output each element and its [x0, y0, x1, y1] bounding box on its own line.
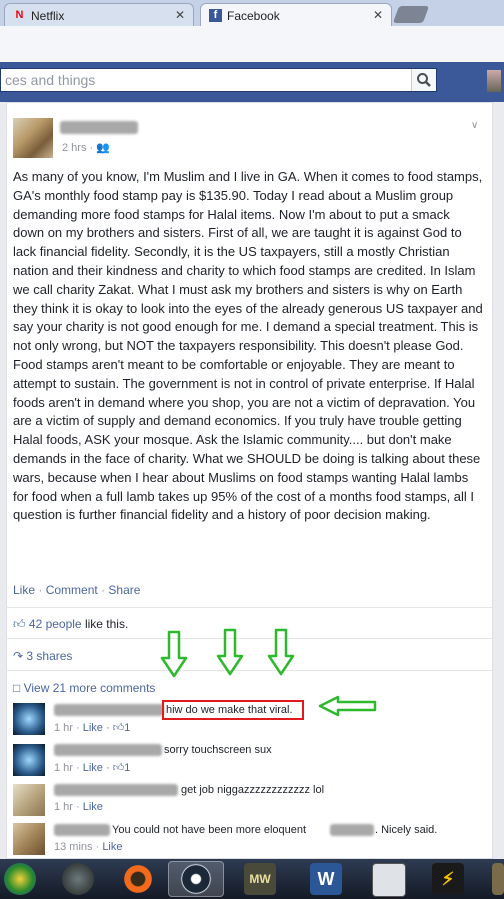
browser-toolbar [0, 26, 504, 62]
likes-count-link[interactable]: 42 people [29, 617, 82, 631]
comment-time[interactable]: 1 hr · [54, 762, 80, 774]
like-link[interactable]: Like [13, 583, 35, 597]
arrow-down-icon [267, 628, 295, 676]
post-meta: 2 hrs · 👥 [62, 141, 110, 154]
close-icon[interactable]: ✕ [175, 8, 185, 22]
thumbs-up-icon: 👍︎ [13, 617, 26, 631]
thumbs-up-icon: 👍︎ [112, 762, 125, 774]
scroll-track[interactable] [493, 102, 504, 859]
like-count[interactable]: 1 [124, 722, 130, 734]
facebook-icon: f [209, 9, 222, 22]
new-tab-button[interactable] [392, 6, 430, 23]
divider [6, 670, 493, 671]
steam-icon[interactable] [180, 863, 212, 895]
overflow-app-icon[interactable] [492, 863, 504, 895]
like-count[interactable]: 1 [124, 762, 130, 774]
browser-tab-bar: N Netflix ✕ f Facebook ✕ [0, 0, 504, 27]
origin-icon[interactable] [122, 863, 154, 895]
thumbs-up-icon: 👍︎ [112, 722, 125, 734]
share-link[interactable]: Share [108, 583, 140, 597]
avatar[interactable] [487, 70, 501, 92]
avatar[interactable] [13, 823, 45, 855]
view-more-link[interactable]: View 21 more comments [24, 681, 156, 695]
redacted-name [60, 121, 138, 134]
comment-time[interactable]: 1 hr · [54, 801, 80, 813]
comment-meta: 1 hr · Like · 👍︎1 [54, 721, 130, 734]
redacted-name [330, 824, 374, 836]
divider [6, 607, 493, 608]
arrow-down-icon [160, 630, 188, 678]
comment-time[interactable]: 1 hr · [54, 722, 80, 734]
tab-facebook[interactable]: f Facebook ✕ [200, 3, 392, 26]
like-link[interactable]: Like · [83, 762, 110, 774]
like-link[interactable]: Like · [83, 722, 110, 734]
search-button[interactable] [411, 69, 436, 91]
comment-meta: 1 hr · Like · 👍︎1 [54, 761, 130, 774]
tab-label: Facebook [227, 9, 280, 23]
avatar[interactable] [13, 744, 45, 776]
comment-icon: □ [13, 681, 21, 695]
search-icon [417, 73, 431, 87]
close-icon[interactable]: ✕ [373, 8, 383, 22]
tab-label: Netflix [31, 9, 65, 23]
friends-icon: 👥 [96, 142, 110, 154]
separator-dot: · [38, 583, 43, 597]
share-icon: ↷ [13, 649, 24, 663]
avatar[interactable] [13, 118, 53, 158]
shares-link[interactable]: 3 shares [26, 649, 72, 663]
search-input[interactable] [5, 72, 405, 88]
redacted-name [54, 744, 162, 756]
comment-link[interactable]: Comment [46, 583, 98, 597]
like-link[interactable]: Like [83, 801, 103, 813]
mw-game-icon[interactable]: MW [244, 863, 276, 895]
view-more-comments: □ View 21 more comments [13, 681, 155, 695]
avatar[interactable] [13, 703, 45, 735]
comment-meta: 13 mins · Like [54, 841, 123, 853]
start-orb-icon[interactable] [4, 863, 36, 895]
post-actions: Like · Comment · Share [13, 583, 140, 597]
highlight-box [162, 700, 304, 720]
comment-meta: 1 hr · Like [54, 801, 103, 813]
chevron-down-icon[interactable]: ∨ [471, 120, 478, 131]
comment-text: sorry touchscreen sux [164, 744, 272, 756]
comment-text-a: You could not have been more eloquent [112, 824, 307, 836]
netflix-icon: N [15, 9, 24, 21]
tab-netflix[interactable]: N Netflix ✕ [4, 3, 194, 26]
like-link[interactable]: Like [102, 841, 122, 853]
post-body: As many of you know, I'm Muslim and I li… [13, 169, 483, 523]
tool-app-icon[interactable] [372, 863, 406, 897]
arrow-left-icon [318, 695, 377, 717]
separator-dot: · [101, 583, 106, 597]
comment-text-b: . Nicely said. [375, 824, 438, 836]
redacted-name [54, 784, 178, 796]
word-icon[interactable]: W [310, 863, 342, 895]
likes-suffix: like this. [84, 617, 129, 631]
flash-icon[interactable]: ⚡︎ [432, 863, 464, 895]
arrow-down-icon [216, 628, 244, 676]
post-timestamp[interactable]: 2 hrs · [62, 142, 93, 154]
redacted-name [54, 704, 164, 716]
shares-summary: ↷ 3 shares [13, 649, 72, 663]
search-box [0, 68, 437, 92]
divider [6, 638, 493, 639]
redacted-name [54, 824, 110, 836]
likes-summary: 👍︎ 42 people like this. [13, 617, 128, 632]
comment-time[interactable]: 13 mins · [54, 841, 99, 853]
media-app-icon[interactable] [62, 863, 94, 895]
avatar[interactable] [13, 784, 45, 816]
comment-text: get job niggazzzzzzzzzzzz lol [181, 784, 325, 796]
